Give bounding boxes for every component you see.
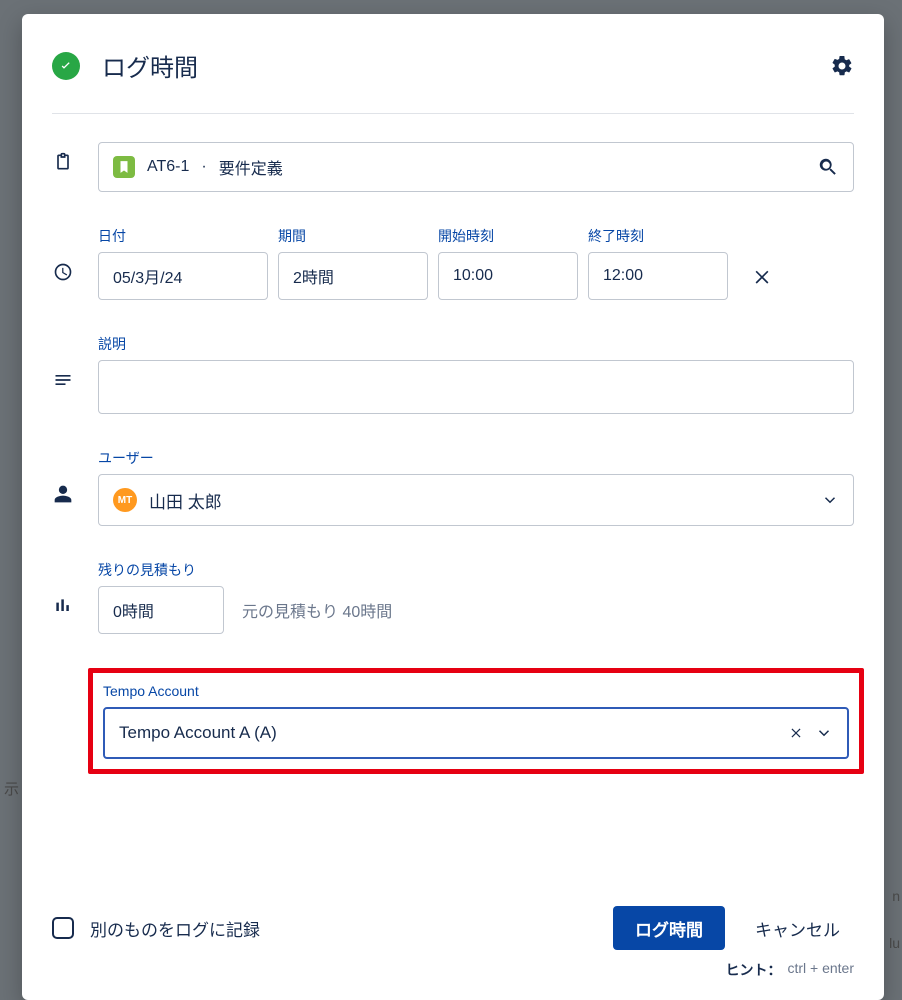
- datetime-row: 日付 期間 開始時刻: [52, 226, 854, 300]
- log-another-label: 別のものをログに記録: [90, 916, 597, 941]
- highlight-box: Tempo Account Tempo Account A (A): [88, 668, 864, 774]
- dialog-title: ログ時間: [102, 48, 808, 83]
- start-time-value[interactable]: [453, 253, 563, 299]
- clear-account-icon[interactable]: [789, 726, 803, 740]
- tempo-account-label: Tempo Account: [103, 683, 199, 699]
- start-time-input[interactable]: [438, 252, 578, 300]
- cancel-button[interactable]: キャンセル: [741, 916, 854, 941]
- description-label: 説明: [98, 334, 854, 354]
- dialog-header: ログ時間: [52, 48, 854, 114]
- date-input[interactable]: [98, 252, 268, 300]
- end-time-input[interactable]: [588, 252, 728, 300]
- clear-time-button[interactable]: [744, 252, 780, 300]
- remaining-value[interactable]: [113, 587, 209, 633]
- remaining-estimate-row: 残りの見積もり 元の見積もり 40時間: [52, 560, 854, 634]
- description-icon: [52, 370, 74, 390]
- log-another-checkbox[interactable]: [52, 917, 74, 939]
- issue-summary: 要件定義: [219, 155, 805, 179]
- dialog-footer: 別のものをログに記録 ログ時間 キャンセル ヒント： ctrl + enter: [52, 906, 854, 980]
- start-time-label: 開始時刻: [438, 226, 578, 246]
- user-label: ユーザー: [98, 448, 854, 468]
- remaining-input[interactable]: [98, 586, 224, 634]
- issue-picker[interactable]: AT6-1 · 要件定義: [98, 142, 854, 192]
- duration-label: 期間: [278, 226, 428, 246]
- success-check-icon: [52, 52, 80, 80]
- date-value[interactable]: [113, 253, 253, 299]
- tempo-account-select[interactable]: Tempo Account A (A): [103, 707, 849, 759]
- user-icon: [52, 484, 74, 504]
- issue-key: AT6-1: [147, 158, 189, 176]
- user-select[interactable]: MT 山田 太郎: [98, 474, 854, 526]
- chevron-down-icon[interactable]: [815, 724, 833, 742]
- clock-icon: [52, 262, 74, 282]
- end-time-value[interactable]: [603, 253, 713, 299]
- background-text: 示: [4, 778, 19, 799]
- clipboard-icon: [52, 152, 74, 172]
- log-time-dialog: ログ時間 AT6-1 · 要件定義: [22, 14, 884, 1000]
- submit-button[interactable]: ログ時間: [613, 906, 725, 950]
- tempo-account-value: Tempo Account A (A): [119, 723, 777, 743]
- avatar: MT: [113, 488, 137, 512]
- hint-text: ヒント： ctrl + enter: [52, 960, 854, 980]
- search-icon[interactable]: [817, 156, 839, 178]
- hint-keys: ctrl + enter: [787, 960, 854, 980]
- original-estimate: 元の見積もり 40時間: [242, 598, 392, 622]
- tempo-account-row: Tempo Account Tempo Account A (A): [52, 668, 854, 774]
- date-label: 日付: [98, 226, 268, 246]
- description-value[interactable]: [111, 371, 841, 403]
- user-row: ユーザー MT 山田 太郎: [52, 448, 854, 526]
- background-text: n: [892, 888, 900, 904]
- bar-chart-icon: [52, 596, 74, 616]
- description-row: 説明: [52, 334, 854, 414]
- chevron-down-icon: [821, 491, 839, 509]
- remaining-label: 残りの見積もり: [98, 560, 854, 580]
- description-input[interactable]: [98, 360, 854, 414]
- end-time-label: 終了時刻: [588, 226, 728, 246]
- duration-value[interactable]: [293, 253, 413, 299]
- hint-prefix: ヒント：: [725, 960, 781, 980]
- issue-type-story-icon: [113, 156, 135, 178]
- background-text: lu: [889, 935, 900, 951]
- issue-row: AT6-1 · 要件定義: [52, 142, 854, 192]
- user-name: 山田 太郎: [149, 488, 809, 513]
- duration-input[interactable]: [278, 252, 428, 300]
- issue-separator: ·: [201, 158, 206, 176]
- gear-icon[interactable]: [830, 54, 854, 78]
